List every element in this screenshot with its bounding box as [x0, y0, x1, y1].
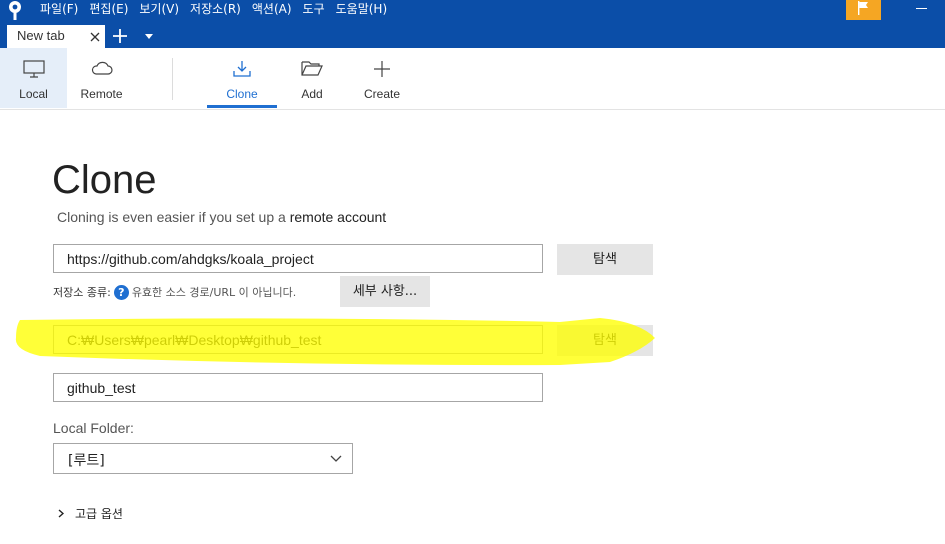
repo-type-row: 저장소 종류: ? 유효한 소스 경로/URL 이 아닙니다.	[53, 284, 296, 300]
menu-view[interactable]: 보기(V)	[139, 1, 179, 17]
sourcetree-logo-icon	[6, 0, 24, 22]
source-url-field[interactable]	[53, 244, 543, 273]
minimize-icon	[916, 8, 927, 9]
active-tab-indicator	[207, 105, 277, 108]
tab-new-tab[interactable]: New tab	[7, 25, 105, 48]
menu-help[interactable]: 도움말(H)	[336, 1, 388, 17]
title-bar: 파일(F) 편집(E) 보기(V) 저장소(R) 액션(A) 도구 도움말(H)…	[0, 0, 945, 48]
remote-button[interactable]: Remote	[67, 48, 136, 108]
menu-actions[interactable]: 액션(A)	[252, 1, 292, 17]
destination-path-field[interactable]	[53, 325, 543, 354]
local-folder-value: [루트]	[68, 453, 105, 469]
repo-type-status: 유효한 소스 경로/URL 이 아닙니다.	[131, 286, 297, 299]
advanced-options-toggle[interactable]: 고급 옵션	[58, 505, 123, 522]
clone-button[interactable]: Clone	[207, 48, 277, 108]
local-folder-select[interactable]: [루트]	[53, 443, 353, 474]
create-label: Create	[363, 87, 401, 101]
local-folder-label: Local Folder:	[53, 420, 134, 436]
advanced-options-label: 고급 옵션	[75, 507, 123, 521]
menu-bar: 파일(F) 편집(E) 보기(V) 저장소(R) 액션(A) 도구 도움말(H)	[40, 1, 398, 17]
remote-label: Remote	[80, 87, 123, 101]
menu-edit[interactable]: 편집(E)	[89, 1, 128, 17]
notification-flag-button[interactable]	[846, 0, 881, 20]
chevron-right-icon	[58, 509, 64, 518]
remote-account-link[interactable]: remote account	[290, 209, 387, 225]
toolbar-divider	[172, 58, 173, 100]
add-label: Add	[301, 87, 323, 101]
local-label: Local	[19, 87, 48, 101]
add-tab-icon[interactable]	[111, 27, 129, 45]
local-button[interactable]: Local	[0, 48, 67, 108]
destination-path-input[interactable]	[54, 326, 542, 353]
folder-open-icon	[301, 61, 323, 76]
toolbar: Local Remote Clone Add Create	[0, 48, 945, 110]
cloud-icon	[91, 61, 113, 75]
plus-icon	[374, 61, 390, 77]
chevron-down-icon[interactable]	[144, 33, 154, 41]
details-button[interactable]: 세부 사항...	[340, 276, 430, 307]
source-url-input[interactable]	[54, 245, 542, 272]
monitor-icon	[22, 60, 45, 78]
page-title: Clone	[52, 158, 157, 202]
subtitle-text: Cloning is even easier if you set up a	[57, 209, 290, 225]
menu-tools[interactable]: 도구	[303, 1, 325, 17]
flag-icon	[858, 1, 868, 15]
help-icon[interactable]: ?	[113, 284, 129, 300]
download-icon	[233, 61, 251, 77]
browse-source-button[interactable]: 탐색	[557, 244, 653, 275]
name-field[interactable]	[53, 373, 543, 402]
chevron-down-icon	[330, 455, 342, 462]
close-icon[interactable]	[89, 31, 101, 43]
create-button[interactable]: Create	[347, 48, 417, 108]
repo-type-label: 저장소 종류:	[53, 286, 111, 299]
subtitle: Cloning is even easier if you set up a r…	[57, 209, 386, 225]
menu-file[interactable]: 파일(F)	[40, 1, 78, 17]
clone-label: Clone	[226, 87, 258, 101]
browse-destination-button[interactable]: 탐색	[557, 325, 653, 356]
menu-repository[interactable]: 저장소(R)	[190, 1, 241, 17]
add-button[interactable]: Add	[277, 48, 347, 108]
minimize-button[interactable]	[908, 0, 938, 18]
tab-label: New tab	[17, 28, 65, 43]
name-input[interactable]	[54, 374, 542, 401]
